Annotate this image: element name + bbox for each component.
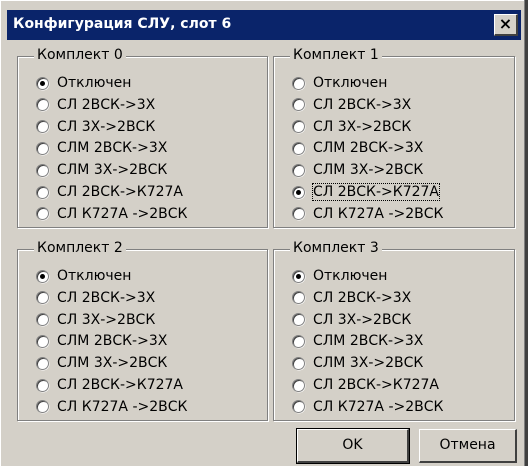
window-title: Конфигурация СЛУ, слот 6 xyxy=(13,16,232,32)
radio-option[interactable]: СЛ 2ВСК->К727А xyxy=(292,374,439,396)
radio-option[interactable]: СЛ 2ВСК->3Х xyxy=(36,287,155,309)
radio-label: Отключен xyxy=(57,268,132,284)
radio-option[interactable]: СЛ 2ВСК->К727А xyxy=(292,181,440,203)
radio-button[interactable] xyxy=(36,334,49,348)
radio-label: Отключен xyxy=(313,268,388,284)
radio-label: СЛ 2ВСК->К727А xyxy=(57,184,183,200)
group-komplekt-0: Комплект 0 Отключен СЛ 2ВСК->3Х СЛ 3Х->2ВС… xyxy=(17,47,268,228)
radio-option[interactable]: СЛМ 2ВСК->3Х xyxy=(292,137,423,159)
radio-option[interactable]: СЛМ 3Х->2ВСК xyxy=(292,352,423,374)
radio-label: СЛ 3Х->2ВСК xyxy=(313,311,412,328)
radio-button[interactable] xyxy=(292,98,305,112)
radio-label: СЛМ 2ВСК->3Х xyxy=(313,140,424,157)
radio-label: СЛ 3Х->2ВСК xyxy=(57,311,156,328)
radio-label: СЛМ 2ВСК->3Х xyxy=(313,333,424,350)
group-title: Комплект 1 xyxy=(290,47,382,63)
title-bar[interactable]: Конфигурация СЛУ, слот 6 × xyxy=(7,10,521,40)
radio-button[interactable] xyxy=(292,269,305,283)
group-title: Комплект 2 xyxy=(34,240,126,256)
radio-button[interactable] xyxy=(36,356,49,370)
radio-button[interactable] xyxy=(36,269,49,283)
radio-option[interactable]: СЛМ 2ВСК->3Х xyxy=(36,137,167,159)
radio-option[interactable]: СЛ 2ВСК->К727А xyxy=(36,181,183,203)
radio-option[interactable]: СЛ 2ВСК->К727А xyxy=(36,374,183,396)
radio-button[interactable] xyxy=(292,313,305,327)
radio-button[interactable] xyxy=(292,120,305,134)
radio-label: СЛМ 3Х->2ВСК xyxy=(57,355,168,372)
radio-button[interactable] xyxy=(36,98,49,112)
radio-option[interactable]: СЛ 2ВСК->3Х xyxy=(292,287,411,309)
radio-label: СЛ 2ВСК->3Х xyxy=(57,289,156,306)
radio-label: СЛ К727А ->2ВСК xyxy=(57,205,188,222)
radio-option[interactable]: СЛМ 3Х->2ВСК xyxy=(36,159,167,181)
radio-option[interactable]: СЛ К727А ->2ВСК xyxy=(36,396,187,418)
radio-button[interactable] xyxy=(292,378,305,392)
radio-button[interactable] xyxy=(36,76,49,90)
group-title: Комплект 0 xyxy=(34,47,126,63)
radio-button[interactable] xyxy=(36,163,49,177)
radio-label: СЛМ 3Х->2ВСК xyxy=(313,162,424,179)
radio-button[interactable] xyxy=(292,334,305,348)
radio-option[interactable]: СЛ К727А ->2ВСК xyxy=(36,203,187,225)
radio-option[interactable]: СЛ 3Х->2ВСК xyxy=(36,309,155,331)
radio-label: Отключен xyxy=(313,75,388,91)
radio-label: СЛ 2ВСК->3Х xyxy=(313,289,412,306)
close-icon: × xyxy=(498,14,513,33)
radio-label: СЛМ 3Х->2ВСК xyxy=(57,162,168,179)
radio-label: СЛМ 2ВСК->3Х xyxy=(57,333,168,350)
radio-option[interactable]: Отключен xyxy=(36,265,131,287)
ok-button[interactable]: OK xyxy=(296,428,410,464)
group-komplekt-2: Комплект 2 Отключен СЛ 2ВСК->3Х СЛ 3Х->2ВС… xyxy=(17,240,268,421)
radio-option[interactable]: Отключен xyxy=(36,72,131,94)
radio-button[interactable] xyxy=(292,207,305,221)
radio-button[interactable] xyxy=(292,163,305,177)
radio-option[interactable]: СЛ 2ВСК->3Х xyxy=(292,94,411,116)
radio-label: СЛ 3Х->2ВСК xyxy=(313,118,412,135)
radio-button[interactable] xyxy=(36,120,49,134)
close-button[interactable]: × xyxy=(494,14,518,36)
radio-label: СЛМ 2ВСК->3Х xyxy=(57,140,168,157)
radio-button[interactable] xyxy=(292,185,305,199)
radio-label: СЛ 2ВСК->3Х xyxy=(313,96,412,113)
radio-label: СЛ К727А ->2ВСК xyxy=(57,398,188,415)
radio-button[interactable] xyxy=(292,141,305,155)
group-komplekt-1: Комплект 1 Отключен СЛ 2ВСК->3Х СЛ 3Х->2ВС… xyxy=(273,47,515,228)
radio-button[interactable] xyxy=(36,291,49,305)
radio-option[interactable]: СЛ 2ВСК->3Х xyxy=(36,94,155,116)
radio-option[interactable]: СЛ 3Х->2ВСК xyxy=(292,309,411,331)
radio-button[interactable] xyxy=(292,76,305,90)
radio-button[interactable] xyxy=(36,185,49,199)
radio-label: СЛ К727А ->2ВСК xyxy=(313,205,444,222)
radio-label: СЛ 2ВСК->К727А xyxy=(313,377,439,393)
radio-option[interactable]: Отключен xyxy=(292,265,387,287)
radio-option[interactable]: СЛМ 3Х->2ВСК xyxy=(292,159,423,181)
radio-button[interactable] xyxy=(292,400,305,414)
radio-option[interactable]: СЛ К727А ->2ВСК xyxy=(292,396,443,418)
radio-button[interactable] xyxy=(36,141,49,155)
radio-label: СЛ 3Х->2ВСК xyxy=(57,118,156,135)
group-title: Комплект 3 xyxy=(290,240,382,256)
radio-option[interactable]: Отключен xyxy=(292,72,387,94)
radio-option[interactable]: СЛ 3Х->2ВСК xyxy=(292,116,411,138)
radio-label: СЛ 2ВСК->К727А xyxy=(57,377,183,393)
radio-button[interactable] xyxy=(36,207,49,221)
radio-button[interactable] xyxy=(292,356,305,370)
radio-option[interactable]: СЛМ 3Х->2ВСК xyxy=(36,352,167,374)
radio-button[interactable] xyxy=(36,378,49,392)
radio-option[interactable]: СЛМ 2ВСК->3Х xyxy=(292,330,423,352)
radio-option[interactable]: СЛМ 2ВСК->3Х xyxy=(36,330,167,352)
group-komplekt-3: Комплект 3 Отключен СЛ 2ВСК->3Х СЛ 3Х->2ВС… xyxy=(273,240,515,421)
radio-label: СЛ К727А ->2ВСК xyxy=(313,398,444,415)
radio-button[interactable] xyxy=(36,400,49,414)
radio-label: СЛ 2ВСК->К727А xyxy=(312,183,440,201)
cancel-button[interactable]: Отмена xyxy=(419,429,517,463)
radio-button[interactable] xyxy=(292,291,305,305)
radio-option[interactable]: СЛ 3Х->2ВСК xyxy=(36,116,155,138)
radio-label: СЛ 2ВСК->3Х xyxy=(57,96,156,113)
radio-button[interactable] xyxy=(36,313,49,327)
radio-option[interactable]: СЛ К727А ->2ВСК xyxy=(292,203,443,225)
radio-label: Отключен xyxy=(57,75,132,91)
radio-label: СЛМ 3Х->2ВСК xyxy=(313,355,424,372)
dialog-window: Конфигурация СЛУ, слот 6 × Комплект 0 От… xyxy=(0,0,528,466)
